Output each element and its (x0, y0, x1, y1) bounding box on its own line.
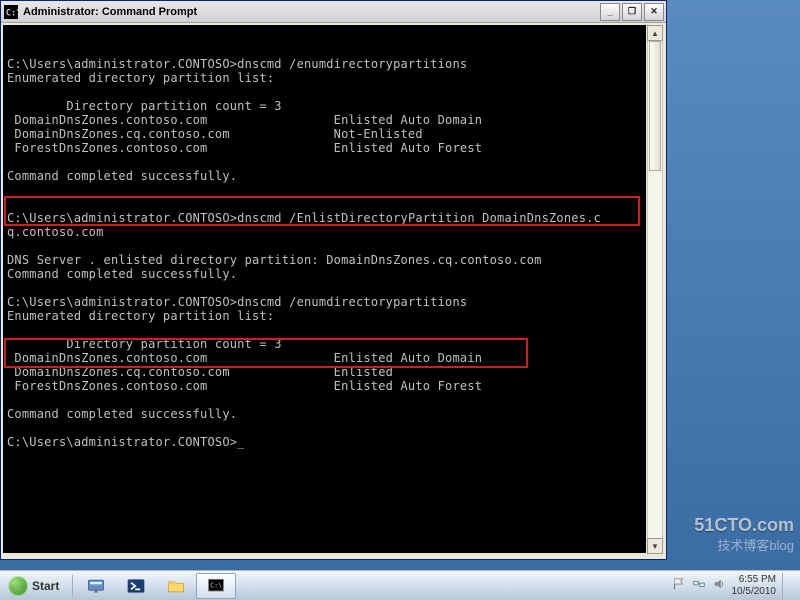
window-title: Administrator: Command Prompt (23, 6, 600, 18)
tray-clock[interactable]: 6:55 PM 10/5/2010 (732, 574, 777, 598)
start-label: Start (32, 579, 59, 593)
scroll-thumb[interactable] (649, 41, 661, 171)
output-line: Command completed successfully. (7, 407, 237, 421)
output-line: Command completed successfully. (7, 267, 237, 281)
output-line: Enumerated directory partition list: (7, 71, 274, 85)
taskbar[interactable]: Start C:\_ 6:55 PM 10/5/2010 (0, 570, 800, 600)
output-line: Enumerated directory partition list: (7, 309, 274, 323)
prompt-line: C:\Users\administrator.CONTOSO>_ (7, 435, 245, 449)
svg-text:C:\_: C:\_ (211, 581, 227, 589)
tray-network-icon[interactable] (692, 577, 706, 594)
tray-time: 6:55 PM (732, 574, 777, 586)
minimize-button[interactable]: _ (600, 3, 620, 21)
close-button[interactable]: ✕ (644, 3, 664, 21)
prompt-line: C:\Users\administrator.CONTOSO>dnscmd /E… (7, 211, 601, 225)
prompt-line: C:\Users\administrator.CONTOSO>dnscmd /e… (7, 295, 467, 309)
task-powershell-icon[interactable] (116, 573, 156, 599)
svg-text:C:\: C:\ (6, 8, 18, 18)
output-line: DNS Server . enlisted directory partitio… (7, 253, 542, 267)
watermark: 51CTO.com (694, 515, 794, 536)
output-line: ForestDnsZones.contoso.com Enlisted Auto… (7, 141, 482, 155)
output-line: DomainDnsZones.cq.contoso.com Not-Enlist… (7, 127, 423, 141)
scroll-track[interactable] (647, 41, 663, 538)
console-scrollbar[interactable]: ▲ ▼ (647, 25, 663, 554)
tray-flag-icon[interactable] (672, 577, 686, 594)
output-line: ForestDnsZones.contoso.com Enlisted Auto… (7, 379, 482, 393)
output-line: Directory partition count = 3 (7, 99, 282, 113)
output-line: Directory partition count = 3 (7, 337, 282, 351)
output-line: DomainDnsZones.contoso.com Enlisted Auto… (7, 351, 482, 365)
desktop: C:\ Administrator: Command Prompt _ ❐ ✕ … (0, 0, 800, 570)
cmd-icon: C:\ (3, 4, 19, 20)
command-prompt-window: C:\ Administrator: Command Prompt _ ❐ ✕ … (0, 0, 667, 560)
show-desktop-button[interactable] (782, 573, 792, 599)
console-output[interactable]: C:\Users\administrator.CONTOSO>dnscmd /e… (3, 25, 646, 553)
watermark-sub: 技术博客blog (717, 535, 794, 554)
start-button[interactable]: Start (4, 574, 69, 598)
output-line: DomainDnsZones.cq.contoso.com Enlisted (7, 365, 393, 379)
task-cmd-icon[interactable]: C:\_ (196, 573, 236, 599)
taskbar-divider (72, 575, 73, 597)
output-line: Command completed successfully. (7, 169, 237, 183)
tray-sound-icon[interactable] (712, 577, 726, 594)
output-line: DomainDnsZones.contoso.com Enlisted Auto… (7, 113, 482, 127)
system-tray[interactable]: 6:55 PM 10/5/2010 (672, 573, 797, 599)
scroll-down-button[interactable]: ▼ (647, 538, 663, 554)
task-server-manager-icon[interactable] (76, 573, 116, 599)
task-explorer-icon[interactable] (156, 573, 196, 599)
scroll-up-button[interactable]: ▲ (647, 25, 663, 41)
maximize-button[interactable]: ❐ (622, 3, 642, 21)
titlebar[interactable]: C:\ Administrator: Command Prompt _ ❐ ✕ (1, 1, 666, 23)
output-line: q.contoso.com (7, 225, 104, 239)
tray-date: 10/5/2010 (732, 586, 777, 598)
window-controls: _ ❐ ✕ (600, 3, 664, 21)
windows-orb-icon (8, 576, 28, 596)
prompt-line: C:\Users\administrator.CONTOSO>dnscmd /e… (7, 57, 467, 71)
